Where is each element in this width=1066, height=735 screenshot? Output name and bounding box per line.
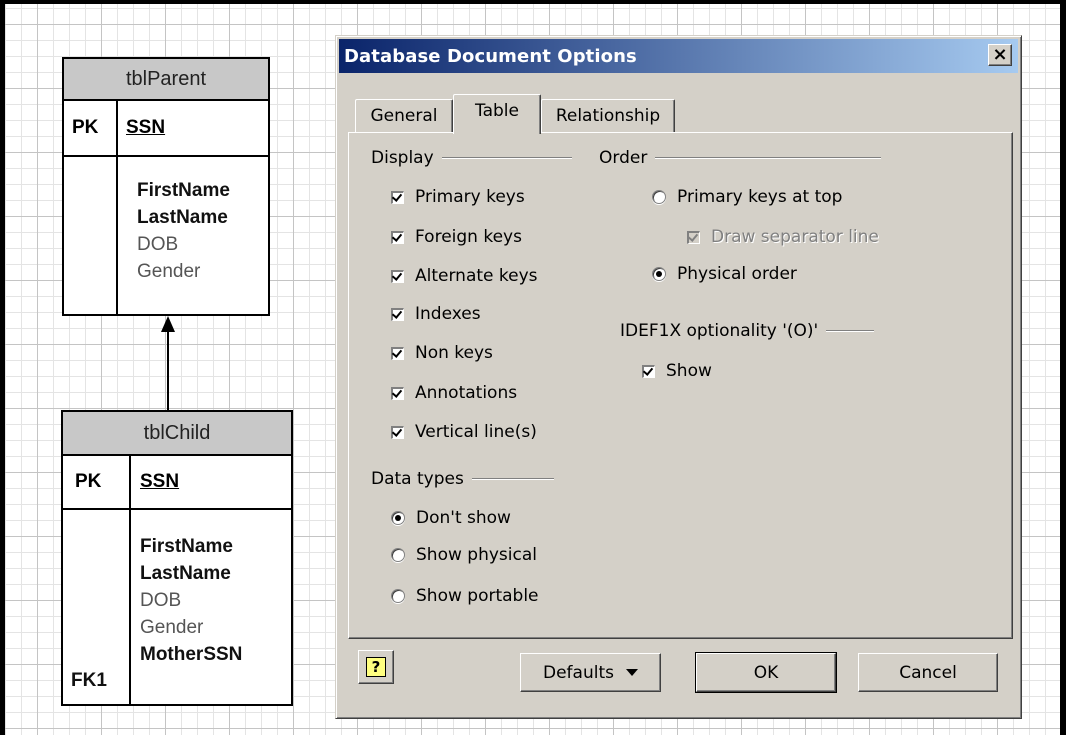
entity-tblchild[interactable]: tblChild PK SSN FK1 FirstName LastName D… (61, 410, 293, 706)
tab-table[interactable]: Table (453, 94, 541, 134)
close-icon: × (992, 44, 1008, 65)
display-group-label: Display (371, 148, 572, 168)
tab-general-label: General (370, 106, 438, 126)
defaults-button[interactable]: Defaults (520, 653, 661, 692)
radio-circle (391, 548, 405, 562)
entity-title: tblParent (64, 59, 268, 101)
cancel-button[interactable]: Cancel (858, 653, 998, 692)
attribute-gender: Gender (140, 617, 204, 638)
attribute-lastname: LastName (137, 207, 228, 228)
alternate-keys-checkbox[interactable]: Alternate keys (391, 266, 538, 286)
checkbox-box (391, 190, 404, 204)
primary-keys-checkbox[interactable]: Primary keys (391, 187, 525, 207)
physical-order-radio[interactable]: Physical order (652, 264, 797, 284)
pk-label: PK (63, 456, 131, 508)
dialog-titlebar[interactable]: Database Document Options × (339, 39, 1018, 73)
close-button[interactable]: × (988, 44, 1012, 66)
checkbox-box (642, 364, 655, 378)
radio-circle (391, 511, 405, 525)
attribute-list: FirstName LastName DOB Gender MotherSSN (131, 510, 242, 704)
annotations-checkbox[interactable]: Annotations (391, 383, 517, 403)
non-keys-checkbox[interactable]: Non keys (391, 343, 493, 363)
data-types-group-label: Data types (371, 469, 554, 489)
help-button[interactable]: ? (358, 650, 394, 684)
checkbox-box (391, 346, 404, 360)
entity-tblparent[interactable]: tblParent PK SSN FirstName LastName DOB … (62, 57, 270, 316)
key-column: FK1 (63, 510, 131, 704)
relationship-line[interactable] (167, 330, 169, 410)
help-icon: ? (366, 657, 386, 677)
tab-relationship[interactable]: Relationship (541, 99, 675, 132)
attributes: FirstName LastName DOB Gender (64, 157, 268, 314)
tab-general[interactable]: General (355, 99, 453, 132)
radio-circle (652, 267, 666, 281)
pk-field: SSN (126, 117, 166, 138)
pk-row: PK SSN (64, 101, 268, 157)
checkbox-box (391, 425, 404, 439)
attribute-dob: DOB (140, 590, 182, 611)
pk-field: SSN (140, 471, 180, 492)
attribute-motherssn: MotherSSN (140, 644, 243, 665)
pk-label: PK (64, 101, 118, 155)
attribute-list: FirstName LastName DOB Gender (118, 157, 230, 314)
show-portable-radio[interactable]: Show portable (391, 586, 539, 606)
fk-label: FK1 (71, 670, 107, 691)
pk-row: PK SSN (63, 456, 291, 510)
foreign-keys-checkbox[interactable]: Foreign keys (391, 227, 522, 247)
primary-keys-at-top-radio[interactable]: Primary keys at top (652, 187, 842, 207)
attributes: FK1 FirstName LastName DOB Gender Mother… (63, 510, 291, 704)
ok-button[interactable]: OK (695, 652, 837, 693)
attribute-gender: Gender (137, 261, 201, 282)
attribute-firstname: FirstName (140, 536, 233, 557)
vertical-lines-checkbox[interactable]: Vertical line(s) (391, 422, 537, 442)
attribute-firstname: FirstName (137, 180, 230, 201)
database-document-options-dialog: Database Document Options × General Rela… (335, 35, 1022, 719)
dont-show-radio[interactable]: Don't show (391, 508, 511, 528)
checkbox-box (391, 269, 404, 283)
order-group-label: Order (599, 148, 882, 168)
dialog-title: Database Document Options (344, 45, 637, 67)
attribute-dob: DOB (137, 234, 179, 255)
radio-circle (391, 589, 405, 603)
idef1x-show-checkbox[interactable]: Show (642, 361, 712, 381)
draw-separator-line-checkbox[interactable]: Draw separator line (687, 227, 879, 247)
indexes-checkbox[interactable]: Indexes (391, 304, 481, 324)
cancel-button-label: Cancel (899, 662, 957, 683)
checkbox-box (391, 307, 404, 321)
checkbox-box (391, 386, 404, 400)
ok-button-label: OK (753, 662, 779, 683)
entity-title: tblChild (63, 412, 291, 456)
defaults-button-label: Defaults (543, 662, 614, 683)
tab-relationship-label: Relationship (555, 106, 661, 126)
attribute-lastname: LastName (140, 563, 231, 584)
tab-table-label: Table (475, 101, 519, 121)
checkbox-box (687, 230, 700, 244)
checkbox-box (391, 230, 404, 244)
key-column (64, 157, 118, 314)
show-physical-radio[interactable]: Show physical (391, 545, 537, 565)
idef1x-group-label: IDEF1X optionality '(O)' (620, 321, 875, 341)
dropdown-arrow-icon (625, 669, 638, 676)
radio-circle (652, 190, 666, 204)
